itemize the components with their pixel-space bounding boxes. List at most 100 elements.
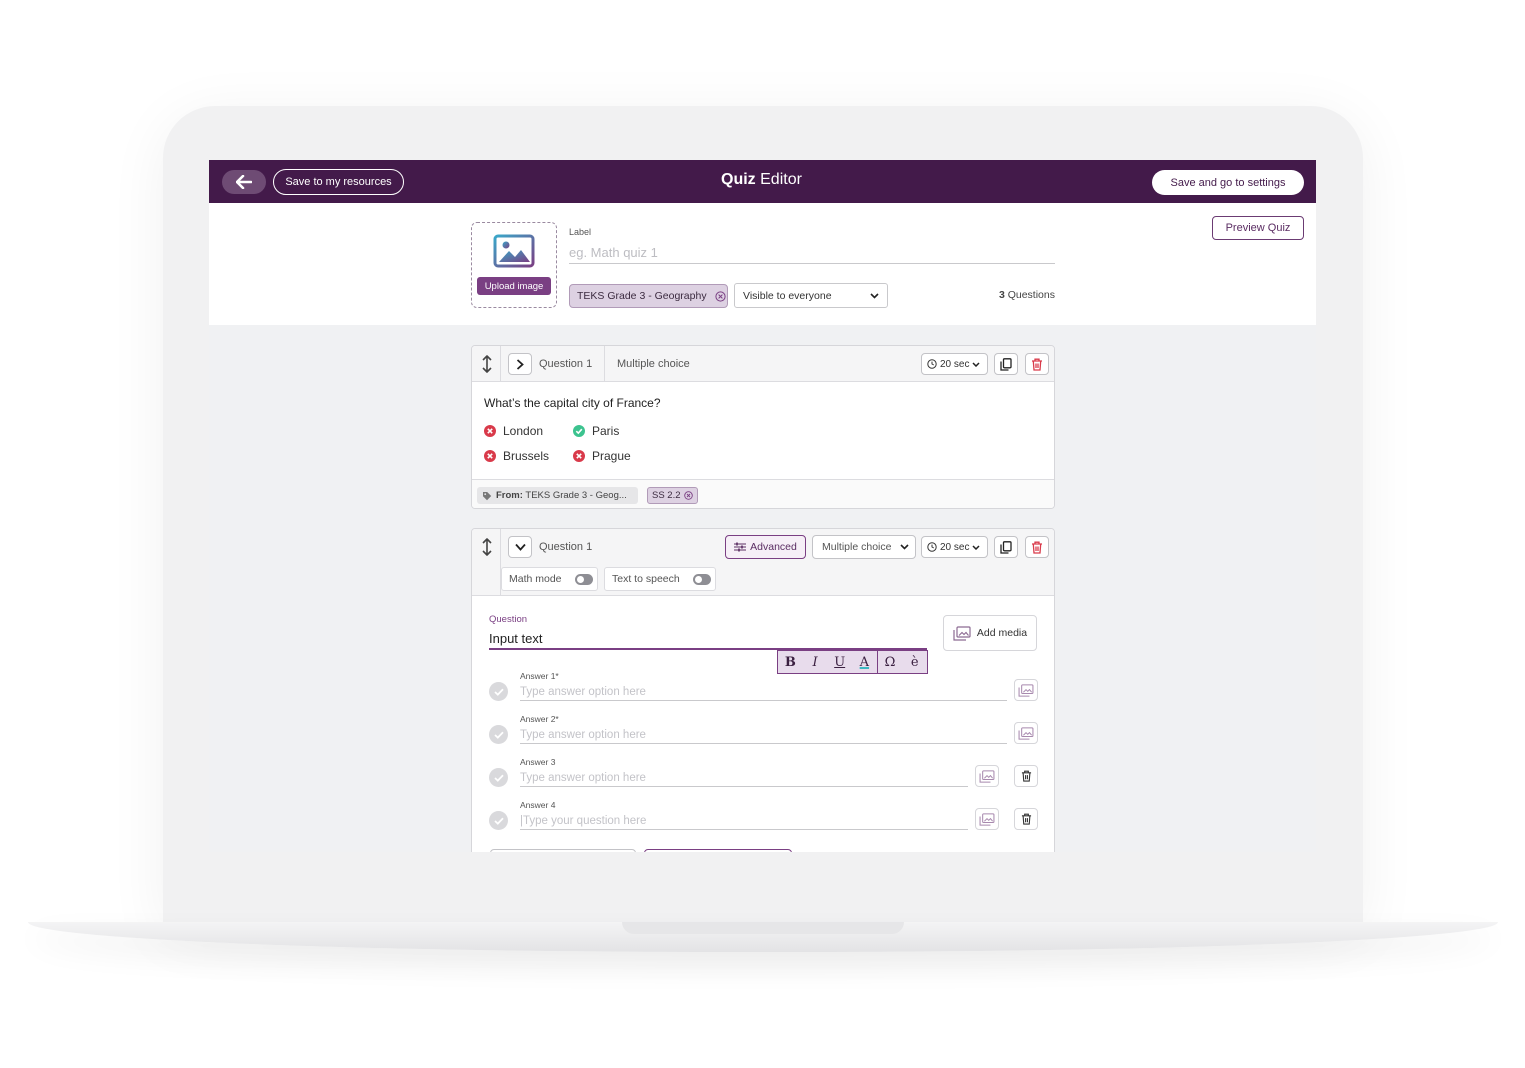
cut-off-button[interactable] <box>490 849 636 852</box>
source-tag-chip: From: TEKS Grade 3 - Geog... <box>477 487 638 504</box>
delete-answer-button[interactable] <box>1014 808 1038 830</box>
answer-input[interactable]: |Type your question here <box>520 812 968 830</box>
sliders-icon <box>734 542 747 552</box>
text-to-speech-label: Text to speech <box>612 573 680 585</box>
text-color-button[interactable]: A <box>852 655 877 670</box>
check-icon <box>493 731 504 739</box>
duplicate-question-button[interactable] <box>994 353 1018 375</box>
delete-question-button[interactable] <box>1025 536 1049 558</box>
answer-option: Brussels <box>484 449 549 463</box>
answer-media-button[interactable] <box>975 808 999 830</box>
collapse-question-button[interactable] <box>508 536 532 558</box>
answer-media-button[interactable] <box>975 765 999 787</box>
duplicate-question-button[interactable] <box>994 536 1018 558</box>
answer-input[interactable]: Type answer option here <box>520 726 1007 744</box>
check-icon <box>493 817 504 825</box>
answer-media-button[interactable] <box>1014 722 1038 744</box>
close-circle-icon[interactable] <box>714 290 726 302</box>
cut-off-button[interactable] <box>644 849 792 852</box>
answer-media-button[interactable] <box>1014 679 1038 701</box>
answer-option: Prague <box>573 449 631 463</box>
close-circle-icon[interactable] <box>683 491 693 500</box>
time-limit-select[interactable]: 20 sec <box>921 536 988 558</box>
wrong-answer-icon <box>484 425 496 437</box>
math-mode-label: Math mode <box>509 573 562 585</box>
label-caption: Label <box>569 227 592 237</box>
header-divider <box>500 346 501 382</box>
add-media-label: Add media <box>976 627 1028 639</box>
trash-icon <box>1032 541 1042 554</box>
question-input[interactable]: Input text <box>489 629 927 650</box>
chevron-right-icon <box>516 358 524 370</box>
logo-quiz: Quiz <box>721 171 756 188</box>
top-bar: Save to my resources Quiz Editor Save an… <box>209 160 1316 203</box>
mark-correct-toggle[interactable] <box>489 725 508 744</box>
standard-tag-chip[interactable]: SS 2.2 <box>647 487 698 504</box>
image-icon <box>979 812 995 826</box>
question-type-label: Multiple choice <box>617 358 690 370</box>
answer-caption: Answer 1* <box>520 671 559 681</box>
answer-input[interactable]: Type answer option here <box>520 683 1007 701</box>
question-label: Question 1 <box>539 541 593 553</box>
header-divider <box>604 346 605 382</box>
mark-correct-toggle[interactable] <box>489 682 508 701</box>
mark-correct-toggle[interactable] <box>489 768 508 787</box>
accent-characters-button[interactable]: è <box>902 655 927 670</box>
question-card-2: Question 1 Advanced Multiple choice 20 s… <box>471 528 1055 852</box>
question-caption: Question <box>489 614 528 625</box>
question-text: What’s the capital city of France? <box>484 396 661 410</box>
visibility-select[interactable]: Visible to everyone <box>734 283 888 308</box>
underline-button[interactable]: U <box>827 655 852 670</box>
text-to-speech-toggle[interactable]: Text to speech <box>604 567 716 591</box>
italic-button[interactable]: I <box>803 655 828 670</box>
image-icon <box>979 769 995 783</box>
drag-handle-icon[interactable] <box>480 354 494 374</box>
drag-handle-icon[interactable] <box>480 537 494 557</box>
source-tag-prefix: From: <box>496 490 523 501</box>
mark-correct-toggle[interactable] <box>489 811 508 830</box>
question-label: Question 1 <box>539 358 593 370</box>
back-button[interactable] <box>222 170 266 194</box>
preview-quiz-button[interactable]: Preview Quiz <box>1212 216 1304 240</box>
add-media-button[interactable]: Add media <box>943 615 1037 651</box>
math-mode-toggle[interactable]: Math mode <box>501 567 598 591</box>
copy-icon <box>1000 357 1012 371</box>
time-limit-select[interactable]: 20 sec <box>921 353 988 375</box>
quiz-header-panel: Preview Quiz Upload image Label eg. Math… <box>209 203 1316 325</box>
answer-input[interactable]: Type answer option here <box>520 769 968 787</box>
advanced-button[interactable]: Advanced <box>725 535 806 559</box>
subject-tag-text: TEKS Grade 3 - Geography <box>577 290 707 302</box>
answer-option: London <box>484 424 543 438</box>
subject-tag-chip[interactable]: TEKS Grade 3 - Geography <box>569 284 728 308</box>
question-card-1-footer: From: TEKS Grade 3 - Geog... SS 2.2 <box>472 479 1054 508</box>
delete-answer-button[interactable] <box>1014 765 1038 787</box>
expand-question-button[interactable] <box>508 353 532 375</box>
bold-button[interactable]: B <box>778 655 803 670</box>
save-to-resources-button[interactable]: Save to my resources <box>273 169 404 195</box>
special-characters-button[interactable]: Ω <box>878 655 903 670</box>
answer-row: Answer 2* Type answer option here <box>489 714 1039 752</box>
quiz-label-input[interactable]: eg. Math quiz 1 <box>569 242 1055 264</box>
text-to-speech-switch[interactable] <box>693 573 711 585</box>
clock-icon <box>927 542 937 552</box>
trash-icon <box>1021 770 1031 782</box>
math-mode-switch[interactable] <box>575 573 593 585</box>
chevron-down-icon <box>900 544 909 550</box>
delete-question-button[interactable] <box>1025 353 1049 375</box>
wrong-answer-icon <box>484 450 496 462</box>
image-icon <box>1018 683 1034 697</box>
image-icon <box>1018 726 1034 740</box>
check-icon <box>493 688 504 696</box>
image-icon <box>953 625 971 641</box>
upload-image-button[interactable]: Upload image <box>477 277 551 295</box>
answer-option: Paris <box>573 424 619 438</box>
answer-row: Answer 1* Type answer option here <box>489 671 1039 709</box>
answer-text: London <box>503 424 544 438</box>
upload-image-area[interactable]: Upload image <box>471 222 557 308</box>
laptop-notch <box>622 922 904 934</box>
question-type-selected: Multiple choice <box>822 541 892 553</box>
answer-caption: Answer 4 <box>520 800 556 810</box>
save-and-go-to-settings-button[interactable]: Save and go to settings <box>1152 170 1304 195</box>
question-type-select[interactable]: Multiple choice <box>812 535 916 559</box>
answer-row: Answer 3 Type answer option here <box>489 757 1039 795</box>
